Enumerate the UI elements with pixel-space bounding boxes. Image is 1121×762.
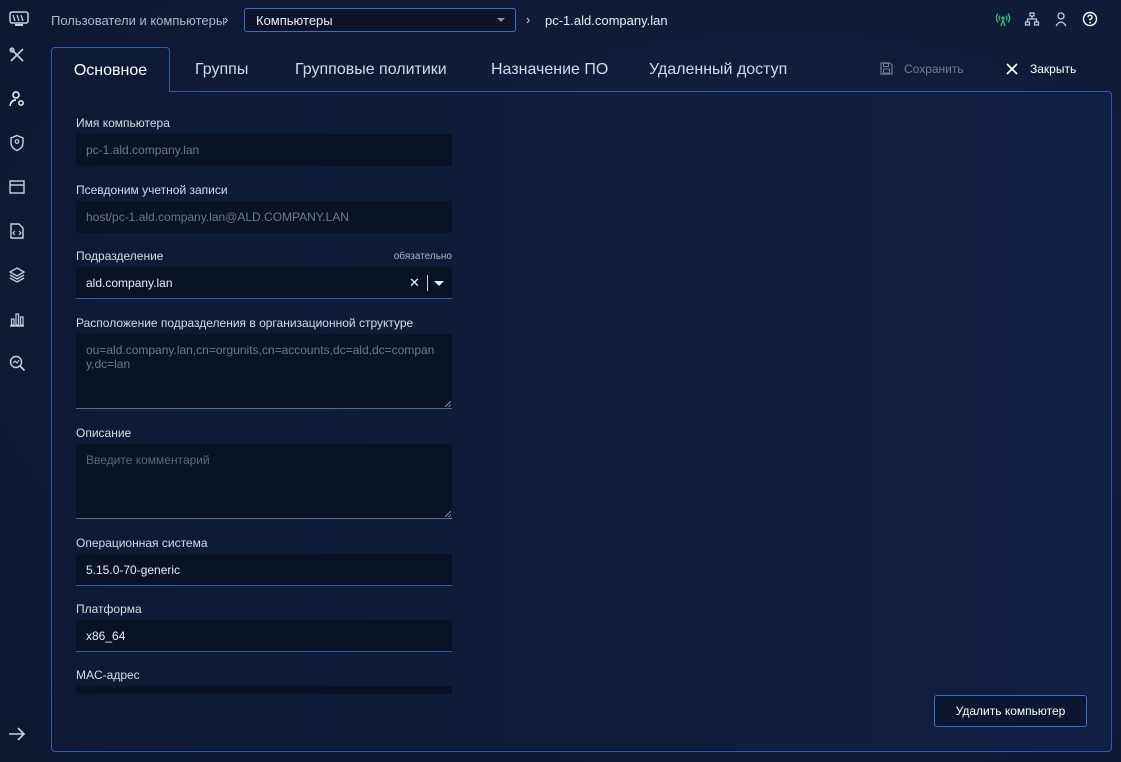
- section-select-value: Компьютеры: [256, 13, 333, 28]
- unit-dn-textarea: ou=ald.company.lan,cn=orgunits,cn=accoun…: [76, 334, 452, 409]
- help-icon[interactable]: [1082, 11, 1098, 27]
- principal-field: host/pc-1.ald.company.lan@ALD.COMPANY.LA…: [76, 201, 452, 233]
- section-select[interactable]: Компьютеры: [244, 8, 516, 32]
- chevron-right-icon: ›: [224, 12, 229, 27]
- select-divider: [427, 275, 428, 291]
- tab-general[interactable]: Основное: [51, 47, 170, 92]
- unit-select[interactable]: ald.company.lan ✕: [76, 267, 452, 299]
- caret-down-icon[interactable]: [434, 281, 444, 286]
- required-hint: обязательно: [393, 251, 452, 262]
- top-bar: Пользователи и компьютеры › Компьютеры ›…: [0, 0, 1121, 40]
- app-window: Пользователи и компьютеры › Компьютеры ›…: [0, 0, 1121, 762]
- delete-computer-button[interactable]: Удалить компьютер: [934, 695, 1087, 727]
- tab-group-policies[interactable]: Групповые политики: [295, 47, 447, 92]
- description-textarea[interactable]: Введите комментарий: [76, 444, 452, 519]
- computer-name-value: pc-1.ald.company.lan: [86, 143, 200, 157]
- mac-field[interactable]: [76, 686, 452, 694]
- close-button-label: Закрыть: [1030, 62, 1077, 76]
- os-label: Операционная система: [76, 536, 208, 550]
- code-file-icon[interactable]: [8, 222, 26, 240]
- chevron-right-icon: ›: [526, 12, 531, 27]
- resize-grip-icon[interactable]: [445, 511, 451, 517]
- breadcrumb-current: pc-1.ald.company.lan: [545, 13, 668, 28]
- principal-value: host/pc-1.ald.company.lan@ALD.COMPANY.LA…: [86, 210, 349, 224]
- platform-value: x86_64: [86, 629, 126, 643]
- os-value: 5.15.0-70-generic: [86, 563, 181, 577]
- resize-grip-icon[interactable]: [445, 401, 451, 407]
- breadcrumb-root[interactable]: Пользователи и компьютеры: [51, 13, 225, 28]
- unit-dn-label: Расположение подразделения в организацио…: [76, 316, 414, 330]
- tab-remote-access[interactable]: Удаленный доступ: [649, 47, 787, 92]
- unit-dn-value: ou=ald.company.lan,cn=orgunits,cn=accoun…: [86, 343, 435, 371]
- platform-label: Платформа: [76, 602, 142, 616]
- chart-icon[interactable]: [8, 310, 26, 328]
- tools-icon[interactable]: [8, 46, 26, 64]
- shield-icon[interactable]: [8, 134, 26, 152]
- description-label: Описание: [76, 426, 132, 440]
- unit-label: Подразделение: [76, 249, 164, 263]
- tab-groups[interactable]: Группы: [195, 47, 248, 92]
- expand-arrow-icon[interactable]: [8, 725, 26, 743]
- computer-name-field: pc-1.ald.company.lan: [76, 134, 452, 166]
- tab-software-assignment[interactable]: Назначение ПО: [491, 47, 608, 92]
- broadcast-status-icon[interactable]: [995, 11, 1011, 27]
- save-button-label: Сохранить: [904, 62, 964, 76]
- logo-icon[interactable]: [9, 11, 29, 27]
- description-placeholder: Введите комментарий: [86, 453, 210, 467]
- window-icon[interactable]: [8, 178, 26, 196]
- platform-field[interactable]: x86_64: [76, 620, 452, 652]
- caret-down-icon: [497, 18, 505, 22]
- users-computers-icon[interactable]: [8, 90, 26, 108]
- computer-name-label: Имя компьютера: [76, 116, 170, 130]
- principal-label: Псевдоним учетной записи: [76, 183, 228, 197]
- computer-form: Имя компьютера pc-1.ald.company.lan Псев…: [76, 112, 452, 694]
- layers-icon[interactable]: [8, 266, 26, 284]
- clear-icon[interactable]: ✕: [409, 275, 420, 291]
- user-icon[interactable]: [1053, 11, 1069, 27]
- os-field[interactable]: 5.15.0-70-generic: [76, 554, 452, 586]
- close-icon: [1006, 63, 1018, 75]
- save-icon: [880, 62, 893, 75]
- mac-label: MAC-адрес: [76, 668, 140, 682]
- search-analytics-icon[interactable]: [8, 354, 26, 372]
- network-icon[interactable]: [1024, 11, 1040, 27]
- unit-select-value: ald.company.lan: [86, 276, 173, 290]
